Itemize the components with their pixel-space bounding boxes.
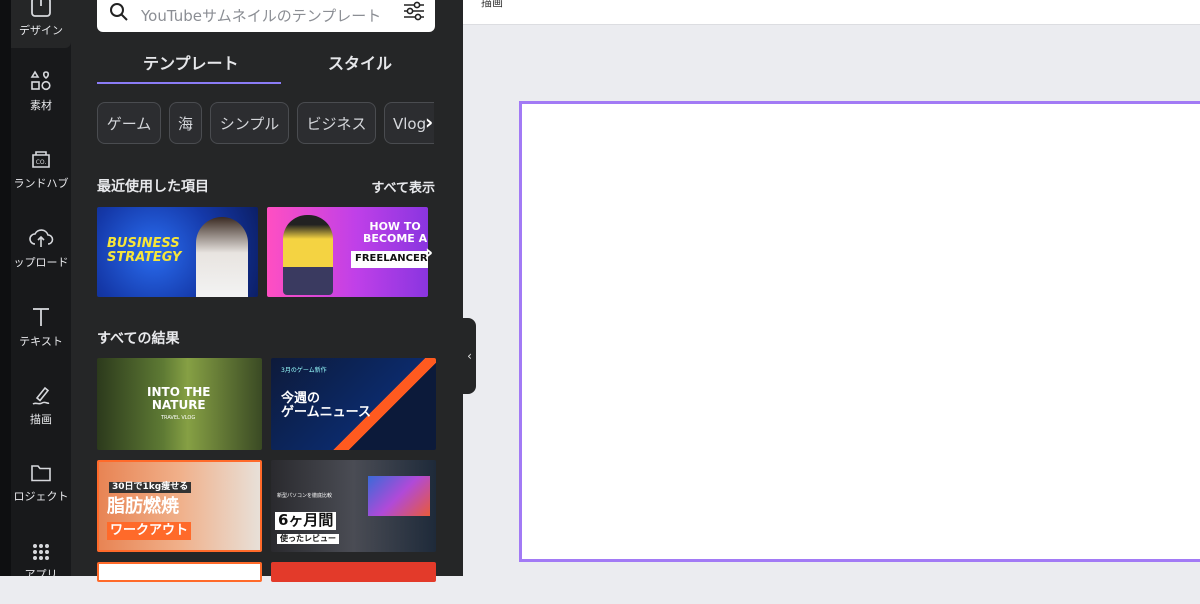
result-template-review[interactable]: 新型パソコンを徹底比較 6ヶ月間 使ったレビュー — [271, 460, 436, 552]
chip-simple[interactable]: シンプル — [210, 102, 289, 144]
active-tab-indicator — [97, 82, 281, 84]
chip-business[interactable]: ビジネス — [297, 102, 376, 144]
sidebar-item-text[interactable]: テキスト — [11, 303, 71, 369]
sidebar-item-projects[interactable]: ロジェクト — [11, 460, 71, 526]
thumbnail-title: 今週の ゲームニュース — [281, 391, 371, 420]
canvas-topbar: 描画 — [463, 0, 1200, 25]
recent-template-freelancer[interactable]: HOW TO BECOME A FREELANCER — [267, 207, 428, 297]
see-all-link[interactable]: すべて表示 — [371, 177, 435, 196]
result-template-workout[interactable]: 30日で1kg痩せる 脂肪燃焼 ワークアウト — [97, 460, 262, 552]
results-section-title: すべての結果 — [97, 331, 180, 347]
recent-section-title: 最近使用した項目 — [97, 179, 209, 195]
tab-styles[interactable]: スタイル — [328, 50, 392, 74]
thumbnail-badge: ワークアウト — [107, 522, 192, 540]
thumbnail-person — [283, 215, 333, 295]
thumbnail-title: HOW TO BECOME A — [363, 220, 428, 245]
apps-icon — [33, 544, 49, 560]
sidebar-item-label: テキスト — [19, 335, 63, 348]
sidebar-item-design[interactable]: デザイン — [11, 0, 71, 48]
chip-game[interactable]: ゲーム — [97, 102, 161, 144]
result-template-game-news[interactable]: 3月のゲーム新作 今週の ゲームニュース — [271, 358, 436, 450]
collapse-panel-handle[interactable]: ‹ — [463, 318, 476, 394]
sidebar-item-uploads[interactable]: ップロード — [11, 224, 71, 290]
thumbnail-subtitle: 3月のゲーム新作 — [281, 367, 327, 374]
thumbnail-title: BUSINESS STRATEGY — [107, 236, 182, 265]
sidebar-item-label: 描画 — [30, 413, 52, 426]
search-box[interactable]: YouTubeサムネイルのテンプレート — [97, 0, 435, 32]
result-template-partial-2[interactable] — [271, 562, 436, 582]
recent-template-business[interactable]: BUSINESS STRATEGY — [97, 207, 258, 297]
shapes-icon — [30, 70, 51, 91]
sidebar-item-draw[interactable]: 描画 — [11, 381, 71, 447]
result-template-partial-1[interactable] — [97, 562, 262, 582]
window-edge — [0, 0, 11, 576]
brand-icon: CO. — [32, 151, 50, 168]
thumbnail-badge: 使ったレビュー — [277, 534, 339, 545]
chip-scroll-right-icon[interactable]: › — [425, 110, 433, 134]
thumbnail-title: 脂肪燃焼 — [107, 496, 179, 517]
chip-sea[interactable]: 海 — [169, 102, 202, 144]
thumbnail-subtitle: 新型パソコンを徹底比較 — [277, 493, 333, 499]
recent-scroll-right-icon[interactable]: › — [425, 240, 433, 264]
sidebar-item-apps[interactable]: アプリ — [11, 538, 71, 604]
template-panel: YouTubeサムネイルのテンプレート テンプレート スタイル ゲーム 海 シン… — [71, 0, 463, 582]
filter-icon[interactable] — [403, 1, 425, 21]
page-title-fragment: 描画 — [481, 0, 503, 9]
thumbnail-title: INTO THE NATURE — [147, 385, 211, 412]
sidebar-item-label: 素材 — [30, 99, 52, 112]
search-input[interactable]: YouTubeサムネイルのテンプレート — [141, 5, 393, 26]
text-icon — [33, 308, 49, 326]
draw-icon — [32, 386, 50, 405]
layout-icon — [31, 0, 51, 17]
tab-templates[interactable]: テンプレート — [143, 50, 239, 74]
svg-text:CO.: CO. — [36, 159, 47, 166]
sidebar-item-label: ロジェクト — [13, 490, 69, 503]
thumbnail-title: 6ヶ月間 — [275, 512, 337, 530]
thumbnail-person — [196, 217, 248, 297]
sidebar-item-label: デザイン — [19, 24, 63, 37]
search-icon — [110, 3, 128, 21]
upload-icon — [29, 229, 54, 247]
sidebar-item-label: ップロード — [13, 256, 69, 269]
sidebar-item-elements[interactable]: 素材 — [11, 66, 71, 132]
sidebar-item-brand[interactable]: CO. ランドハブ — [11, 145, 71, 211]
thumbnail-subtitle: 30日で1kg痩せる — [109, 482, 192, 494]
sidebar-item-label: アプリ — [24, 568, 58, 581]
thumbnail-subtitle: TRAVEL VLOG — [161, 415, 196, 421]
sidebar-item-label: ランドハブ — [13, 177, 69, 190]
folder-icon — [31, 465, 51, 482]
design-canvas[interactable] — [519, 101, 1200, 562]
result-template-nature[interactable]: INTO THE NATURE TRAVEL VLOG — [97, 358, 262, 450]
thumbnail-laptop — [368, 476, 430, 516]
sidebar-rail: デザイン 素材 CO. ランドハブ ップロード テキスト 描画 ロジェクト アプ… — [11, 0, 71, 581]
thumbnail-badge: FREELANCER — [351, 251, 428, 268]
